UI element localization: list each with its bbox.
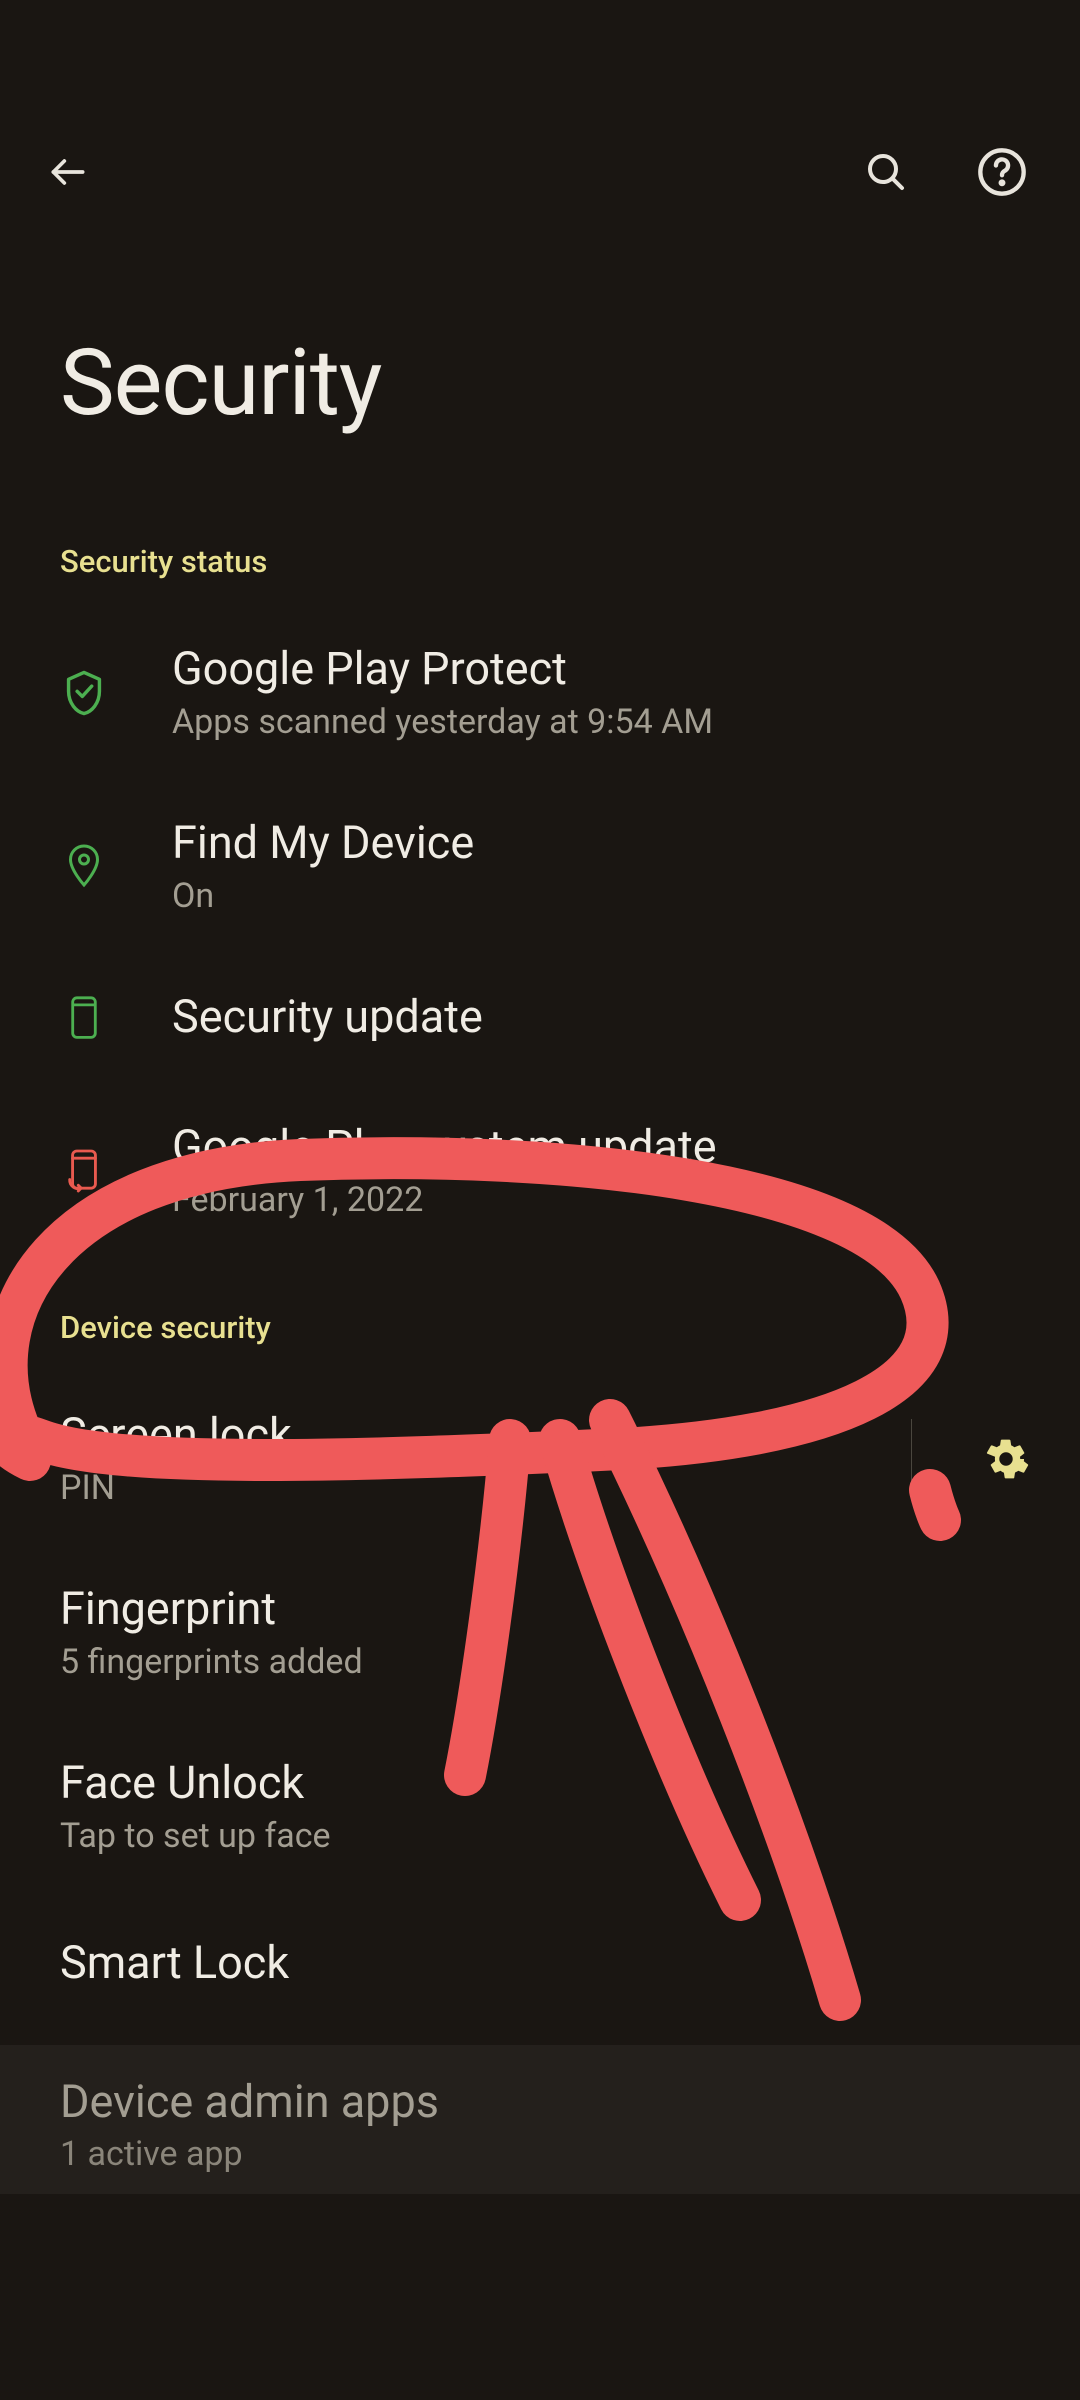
item-security-update[interactable]: Security update	[0, 954, 1080, 1084]
item-sub: PIN	[60, 1466, 911, 1510]
item-sub: On	[172, 874, 1030, 918]
item-sub: Tap to set up face	[60, 1814, 1030, 1858]
arrow-back-icon	[46, 150, 90, 194]
app-bar	[0, 0, 1080, 220]
item-screen-lock[interactable]: Screen lock PIN	[0, 1372, 1080, 1546]
screen-lock-settings-button[interactable]	[982, 1435, 1030, 1483]
phone-check-icon	[60, 995, 108, 1043]
back-button[interactable]	[40, 144, 96, 200]
item-find-my-device[interactable]: Find My Device On	[0, 780, 1080, 954]
vertical-divider	[911, 1419, 912, 1499]
item-device-admin-apps[interactable]: Device admin apps 1 active app	[0, 2045, 1080, 2194]
system-update-warning-icon	[60, 1147, 108, 1195]
item-title: Device admin apps	[60, 2075, 1020, 2128]
item-title: Google Play system update	[172, 1120, 1030, 1174]
item-sub: 1 active app	[60, 2134, 1020, 2174]
item-play-system-update[interactable]: Google Play system update February 1, 20…	[0, 1084, 1080, 1258]
item-smart-lock[interactable]: Smart Lock	[0, 1894, 1080, 2031]
search-icon	[862, 148, 910, 196]
item-sub: 5 fingerprints added	[60, 1640, 1030, 1684]
gear-icon	[983, 1436, 1029, 1482]
search-button[interactable]	[858, 144, 914, 200]
location-pin-icon	[60, 843, 108, 891]
item-face-unlock[interactable]: Face Unlock Tap to set up face	[0, 1720, 1080, 1894]
item-sub: Apps scanned yesterday at 9:54 AM	[172, 700, 1030, 744]
help-button[interactable]	[974, 144, 1030, 200]
item-play-protect[interactable]: Google Play Protect Apps scanned yesterd…	[0, 606, 1080, 780]
shield-check-icon	[60, 669, 108, 717]
section-header-security-status: Security status	[0, 517, 1080, 606]
help-icon	[976, 146, 1028, 198]
item-title: Smart Lock	[60, 1936, 289, 1989]
section-header-device-security: Device security	[0, 1259, 1080, 1372]
page-title: Security	[0, 220, 1080, 517]
item-sub: February 1, 2022	[172, 1178, 1030, 1222]
item-title: Security update	[172, 990, 1030, 1044]
item-title: Screen lock	[60, 1408, 911, 1462]
item-title: Fingerprint	[60, 1582, 1030, 1636]
item-title: Find My Device	[172, 816, 1030, 870]
item-fingerprint[interactable]: Fingerprint 5 fingerprints added	[0, 1546, 1080, 1720]
item-title: Google Play Protect	[172, 642, 1030, 696]
item-title: Face Unlock	[60, 1756, 1030, 1810]
